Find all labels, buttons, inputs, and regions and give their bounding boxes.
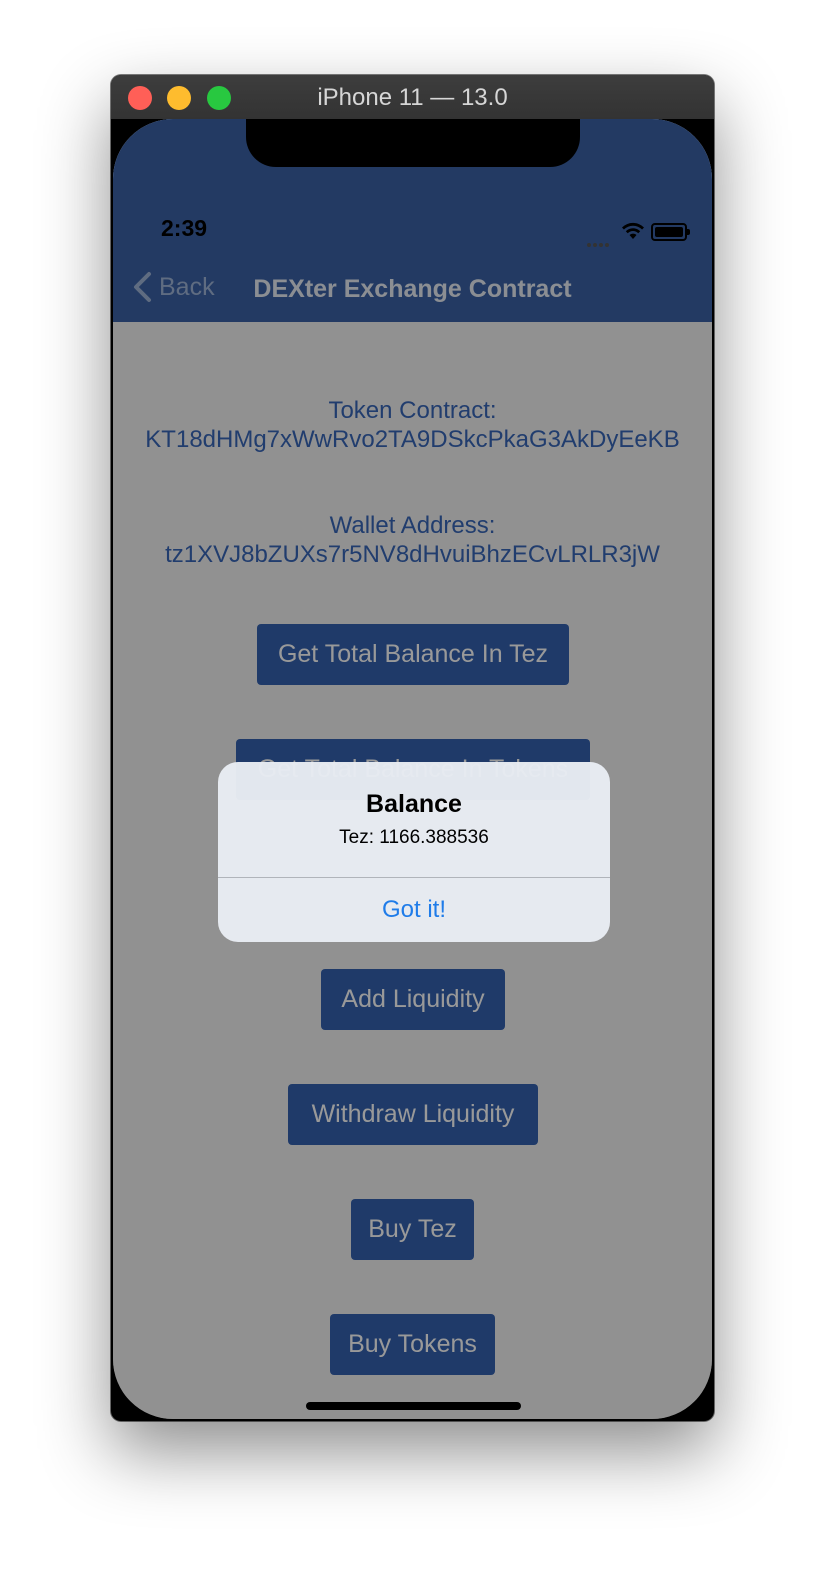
simulator-window: iPhone 11 — 13.0 2:39 Back DEXter Exchan… xyxy=(111,75,714,1421)
balance-alert-dialog: Balance Tez: 1166.388536 Got it! xyxy=(218,762,610,942)
home-indicator[interactable] xyxy=(306,1402,521,1410)
got-it-button[interactable]: Got it! xyxy=(218,878,610,942)
window-titlebar: iPhone 11 — 13.0 xyxy=(111,75,714,119)
alert-title: Balance xyxy=(366,790,462,818)
device-screen: 2:39 Back DEXter Exchange Contract Token… xyxy=(113,119,712,1419)
window-title: iPhone 11 — 13.0 xyxy=(317,84,508,111)
alert-message: Tez: 1166.388536 xyxy=(339,827,489,848)
